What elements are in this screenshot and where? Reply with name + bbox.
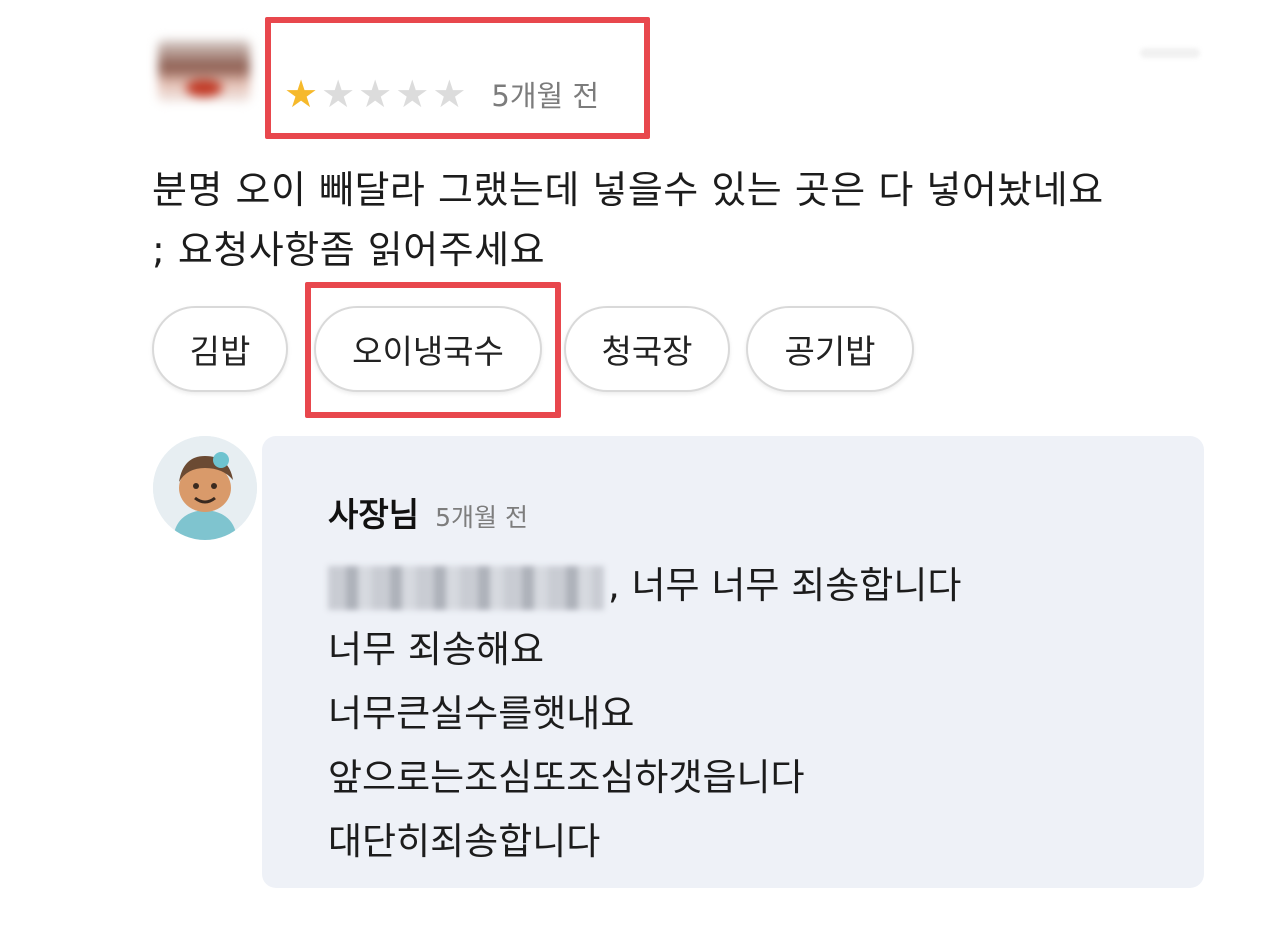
star-icon: ★ xyxy=(432,72,467,116)
owner-avatar-icon xyxy=(153,436,257,540)
owner-avatar[interactable] xyxy=(153,436,257,540)
reviewer-avatar[interactable] xyxy=(158,40,250,102)
review-text-line: ; 요청사항좀 읽어주세요 xyxy=(152,228,546,272)
owner-reply-card: 사장님 5개월 전 , 너무 너무 죄송합니다 너무 죄송해요 너무큰실수를햇내… xyxy=(262,436,1204,888)
review-time: 5개월 전 xyxy=(491,79,600,113)
reply-time: 5개월 전 xyxy=(435,503,528,532)
reply-author: 사장님 xyxy=(328,495,420,534)
rating-row: ★ ★ ★ ★ ★ 5개월 전 xyxy=(284,70,599,118)
menu-tag[interactable]: 청국장 xyxy=(564,306,730,392)
menu-tag[interactable]: 김밥 xyxy=(152,306,288,392)
star-icon: ★ xyxy=(358,72,393,116)
star-icon: ★ xyxy=(321,72,356,116)
review-text: 분명 오이 빼달라 그랬는데 넣을수 있는 곳은 다 넣어놨네요 ; 요청사항좀… xyxy=(152,160,1252,280)
star-icon: ★ xyxy=(395,72,430,116)
more-options-icon[interactable] xyxy=(1140,48,1200,58)
review-text-line: 분명 오이 빼달라 그랬는데 넣을수 있는 곳은 다 넣어놨네요 xyxy=(152,168,1104,212)
reply-text: , 너무 너무 죄송합니다 너무 죄송해요 너무큰실수를햇내요 앞으로는조심또조… xyxy=(328,554,1188,874)
blurred-customer-name xyxy=(328,565,604,610)
reply-text-line: 너무큰실수를햇내요 xyxy=(328,692,635,735)
reply-text-line: , 너무 너무 죄송합니다 xyxy=(328,554,1188,618)
menu-tag[interactable]: 공기밥 xyxy=(746,306,914,392)
reply-text-line: 앞으로는조심또조심하갯읍니다 xyxy=(328,756,805,799)
reply-text-fragment: , 너무 너무 죄송합니다 xyxy=(608,564,962,607)
reply-header: 사장님 5개월 전 xyxy=(328,488,528,536)
reply-text-line: 대단히죄송합니다 xyxy=(328,820,601,863)
review-screen: ★ ★ ★ ★ ★ 5개월 전 분명 오이 빼달라 그랬는데 넣을수 있는 곳은… xyxy=(0,0,1280,952)
reply-text-line: 너무 죄송해요 xyxy=(328,628,545,671)
menu-tag[interactable]: 오이냉국수 xyxy=(314,306,542,392)
star-icon: ★ xyxy=(284,72,319,116)
